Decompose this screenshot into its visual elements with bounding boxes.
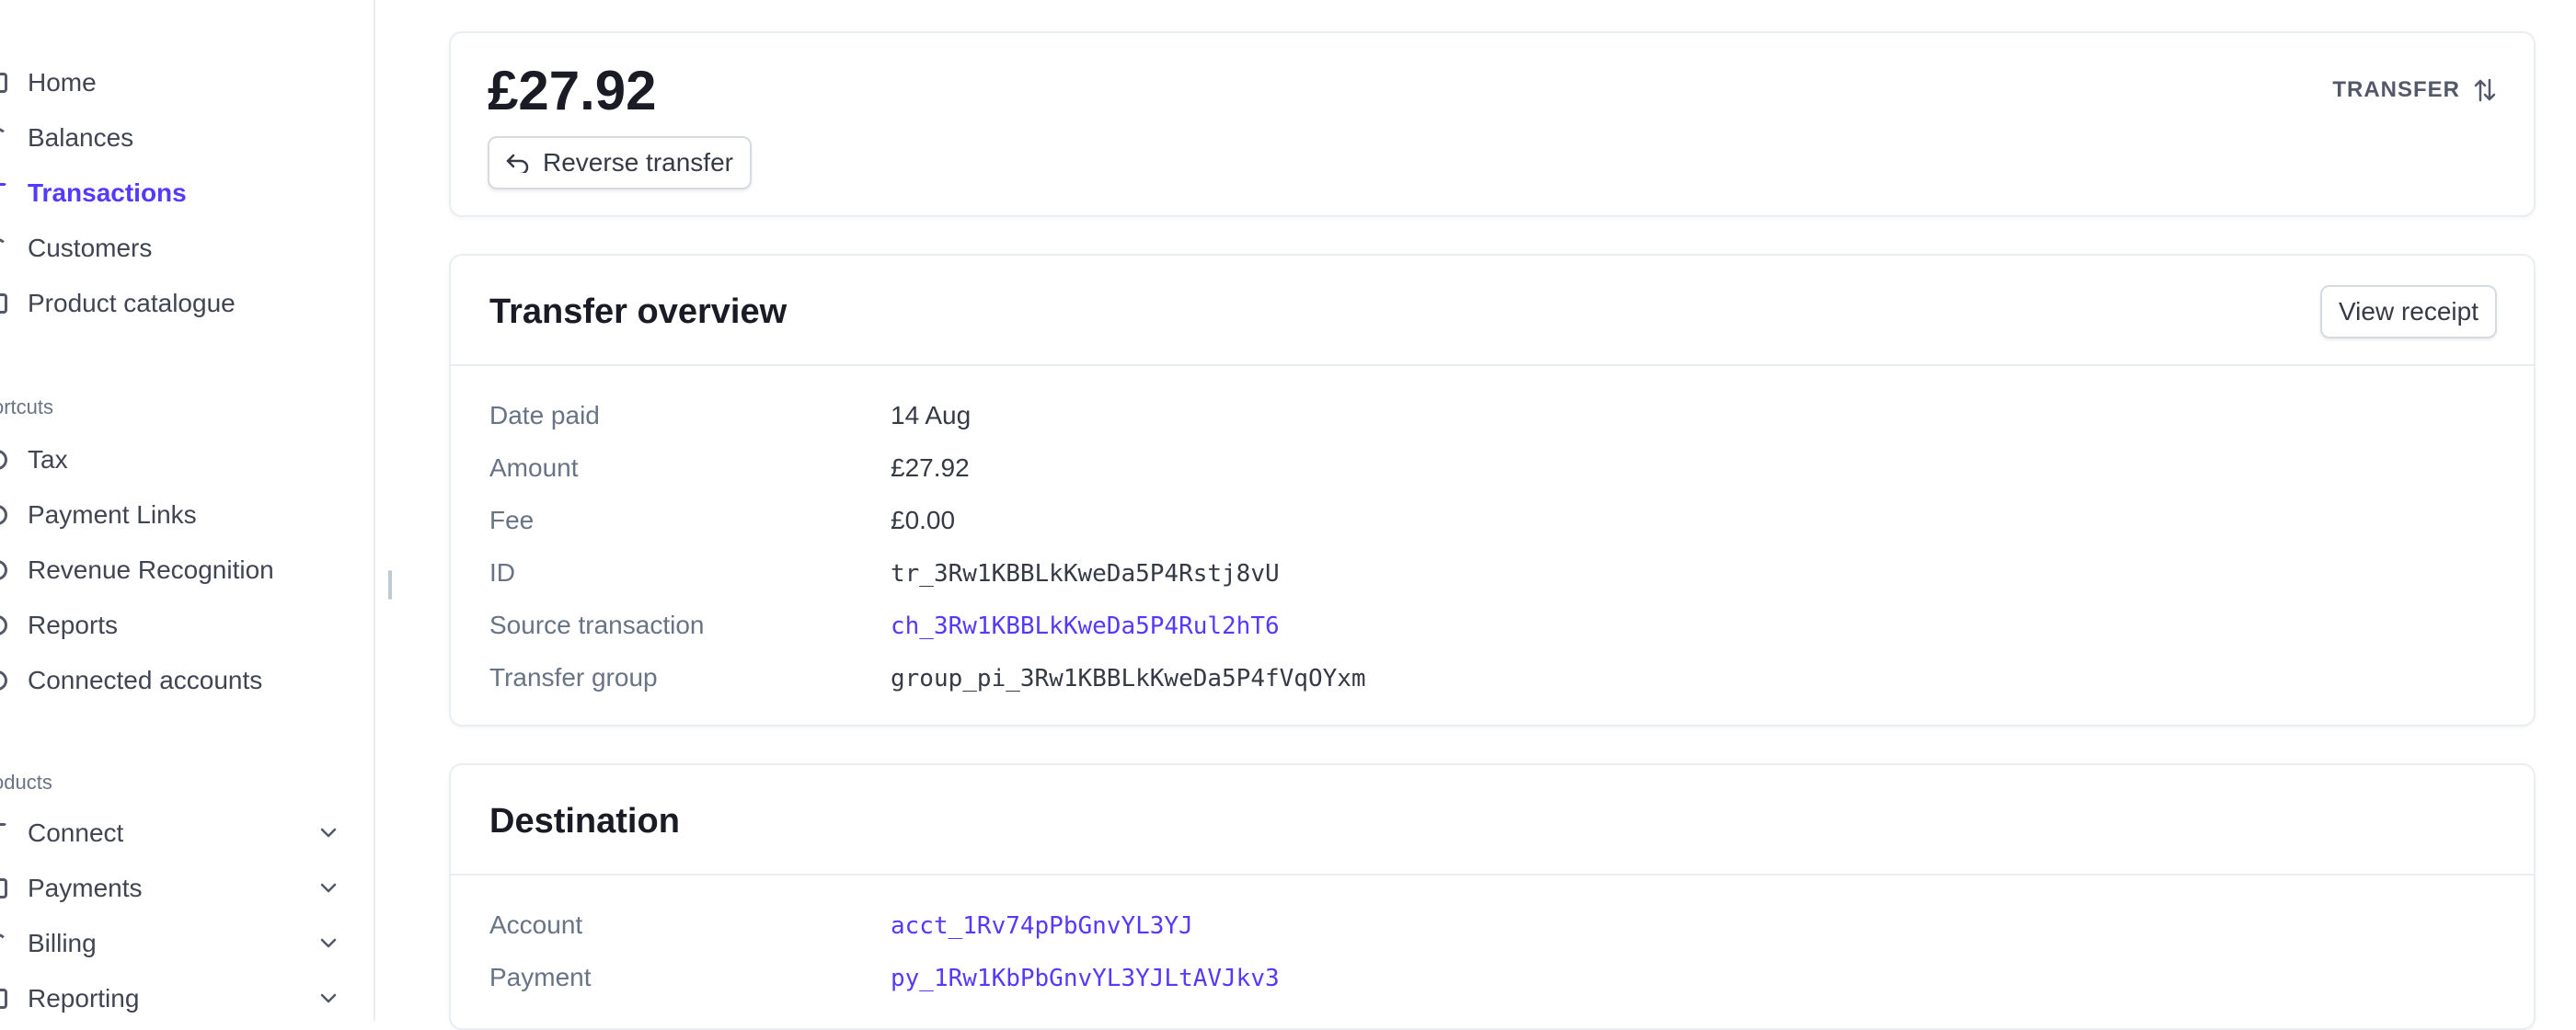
transfer-id-value: tr_3Rw1KBBLkKweDa5P4Rstj8vU [891,560,1280,588]
reports-icon [0,615,7,635]
transfer-group-value: group_pi_3Rw1KBBLkKweDa5P4fVqOYxm [891,665,1366,692]
destination-header: Destination [451,765,2534,876]
transfer-group-label: Transfer group [489,663,658,692]
payment-links-icon [0,505,7,525]
sidebar-item-label: Home [28,68,97,97]
account-label: Account [489,910,583,939]
sidebar-item-label: Payments [28,874,143,902]
sidebar-item-revenue-recognition[interactable]: Revenue Recognition [0,550,340,590]
sidebar-item-label: Product catalogue [28,289,236,317]
sidebar-item-label: Payment Links [28,500,197,529]
balances-icon [0,128,7,148]
product-catalogue-icon [0,293,7,314]
sidebar-item-billing[interactable]: Billing [0,923,340,964]
transfer-amount: £27.92 [488,60,657,121]
chevron-down-icon[interactable] [316,987,340,1011]
sidebar-item-connected-accounts[interactable]: Connected accounts [0,660,340,701]
revenue-recognition-icon [0,560,7,580]
sidebar-resize-handle[interactable] [388,570,392,600]
sidebar-item-label: Transactions [28,178,187,207]
customers-icon [0,238,7,258]
sidebar-item-customers[interactable]: Customers [0,228,340,269]
sidebar-item-reports[interactable]: Reports [0,605,340,646]
amount-label: Amount [489,453,579,482]
date-paid-value: 14 Aug [891,401,972,429]
products-heading: oducts [0,771,52,794]
sidebar-item-payments[interactable]: Payments [0,868,340,909]
transfer-overview-header: Transfer overview View receipt [451,256,2534,366]
billing-icon [0,933,7,954]
sidebar-item-product-catalogue[interactable]: Product catalogue [0,283,340,324]
source-transaction-link[interactable]: ch_3Rw1KBBLkKweDa5P4Rul2hT6 [891,612,1280,640]
chevron-down-icon[interactable] [316,876,340,900]
sidebar-item-label: Reports [28,611,119,639]
chevron-down-icon[interactable] [316,932,340,956]
undo-arrow-icon [506,153,530,173]
reverse-transfer-button[interactable]: Reverse transfer [488,136,752,189]
connect-icon [0,823,7,843]
transfer-overview-title: Transfer overview [489,292,788,331]
id-label: ID [489,558,515,587]
chevron-down-icon[interactable] [316,821,340,845]
sidebar-item-label: Revenue Recognition [28,555,274,584]
payment-label: Payment [489,963,592,991]
sidebar-item-label: Billing [28,929,97,957]
reverse-transfer-label: Reverse transfer [543,148,733,177]
sidebar-item-label: Connect [28,818,124,847]
destination-card: Destination Account acct_1Rv74pPbGnvYL3Y… [449,763,2536,1030]
sidebar-item-connect[interactable]: Connect [0,813,340,853]
sidebar-item-label: Customers [28,234,153,262]
sidebar: Home Balances Transactions Customers Pro… [0,0,375,1021]
sidebar-item-reporting[interactable]: Reporting [0,978,340,1019]
tax-icon [0,450,7,470]
sidebar-item-transactions[interactable]: Transactions [0,173,340,213]
sidebar-item-label: Tax [28,445,68,474]
sidebar-item-balances[interactable]: Balances [0,118,340,158]
destination-title: Destination [489,802,680,841]
sidebar-item-label: Connected accounts [28,666,263,694]
transactions-icon [0,183,7,203]
sidebar-item-label: Reporting [28,984,140,1013]
source-transaction-label: Source transaction [489,611,705,639]
connected-accounts-icon [0,670,7,691]
payments-icon [0,878,7,898]
transfer-summary-card: £27.92 Reverse transfer TRANSFER [449,31,2536,217]
sidebar-item-home[interactable]: Home [0,63,340,103]
transfer-type-label: TRANSFER [2332,77,2460,102]
swap-vertical-icon [2473,77,2497,103]
fee-label: Fee [489,506,535,534]
transfer-type-badge: TRANSFER [2332,77,2497,103]
payment-link[interactable]: py_1Rw1KbPbGnvYL3YJLtAVJkv3 [891,965,1280,992]
fee-value: £0.00 [891,506,956,534]
sidebar-item-label: Balances [28,123,134,152]
date-paid-label: Date paid [489,401,600,429]
home-icon [0,73,7,93]
view-receipt-button[interactable]: View receipt [2319,285,2497,338]
amount-value: £27.92 [891,453,970,482]
transfer-overview-card: Transfer overview View receipt Date paid… [449,254,2536,727]
account-link[interactable]: acct_1Rv74pPbGnvYL3YJ [891,912,1193,940]
sidebar-item-payment-links[interactable]: Payment Links [0,495,340,535]
reporting-icon [0,989,7,1009]
shortcuts-heading: ortcuts [0,395,54,418]
sidebar-item-tax[interactable]: Tax [0,440,340,480]
